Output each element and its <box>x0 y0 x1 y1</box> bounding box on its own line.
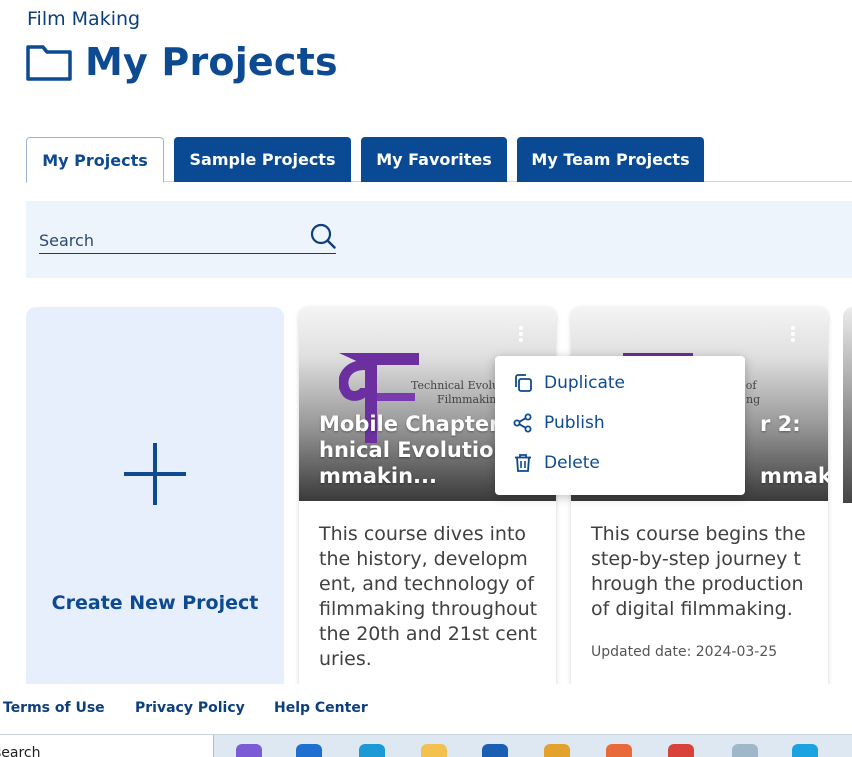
folder-icon <box>26 45 72 81</box>
tab-bar: My Projects Sample Projects My Favorites… <box>26 137 852 183</box>
search-placeholder: Search <box>39 231 94 250</box>
more-options-icon[interactable] <box>518 326 524 342</box>
footer-link-terms[interactable]: Terms of Use <box>3 700 105 716</box>
tab-my-favorites[interactable]: My Favorites <box>361 137 507 182</box>
plus-icon <box>124 443 186 505</box>
search-panel: Search <box>26 201 852 278</box>
copy-icon <box>515 374 532 392</box>
skype-icon[interactable] <box>792 744 818 757</box>
thumbnail-caption-2: Filmmaking <box>437 393 504 406</box>
menu-item-delete[interactable]: Delete <box>513 451 600 475</box>
project-description: This course begins the step-by-step jour… <box>591 523 806 620</box>
project-card-partial[interactable] <box>843 307 852 503</box>
menu-item-label: Delete <box>544 453 600 473</box>
taskbar-search[interactable]: search <box>0 735 214 757</box>
search-icon[interactable] <box>310 223 336 249</box>
outlook-icon[interactable] <box>296 744 322 757</box>
menu-item-label: Duplicate <box>544 373 625 393</box>
tab-my-projects[interactable]: My Projects <box>26 137 164 183</box>
page-header: My Projects <box>26 40 338 84</box>
store-icon[interactable] <box>482 744 508 757</box>
os-taskbar: search <box>0 734 852 757</box>
trash-icon <box>515 454 531 472</box>
thumbnail-caption-1: Technical Evoluti <box>411 379 507 392</box>
notepad-icon[interactable] <box>732 744 758 757</box>
file-explorer-icon[interactable] <box>421 744 447 757</box>
create-new-project-card[interactable]: Create New Project <box>26 307 284 685</box>
tab-sample-projects[interactable]: Sample Projects <box>174 137 351 182</box>
create-new-project-label: Create New Project <box>51 592 259 614</box>
thumbnail-caption-2: ng <box>746 393 761 406</box>
footer: Terms of Use Privacy Policy Help Center <box>0 684 852 734</box>
taskbar-search-text: search <box>0 745 41 757</box>
breadcrumb[interactable]: Film Making <box>27 8 140 30</box>
share-icon <box>513 413 532 433</box>
tab-my-team-projects[interactable]: My Team Projects <box>517 137 704 182</box>
search-input[interactable]: Search <box>39 223 336 254</box>
project-context-menu: Duplicate Publish Delete <box>495 356 745 495</box>
copilot-icon[interactable] <box>236 744 262 757</box>
footer-link-help[interactable]: Help Center <box>274 700 368 716</box>
chrome-icon[interactable] <box>668 744 694 757</box>
menu-item-label: Publish <box>544 413 605 433</box>
footer-link-privacy[interactable]: Privacy Policy <box>135 700 245 716</box>
menu-item-duplicate[interactable]: Duplicate <box>513 371 625 395</box>
edge-icon[interactable] <box>359 744 385 757</box>
more-options-icon[interactable] <box>790 326 796 342</box>
calendar-icon[interactable] <box>544 744 570 757</box>
project-updated-date: Updated date: 2024-03-25 <box>591 644 778 660</box>
page-title: My Projects <box>85 40 338 84</box>
project-description: This course dives into the history, deve… <box>319 523 538 670</box>
menu-item-publish[interactable]: Publish <box>513 411 605 435</box>
firefox-icon[interactable] <box>606 744 632 757</box>
